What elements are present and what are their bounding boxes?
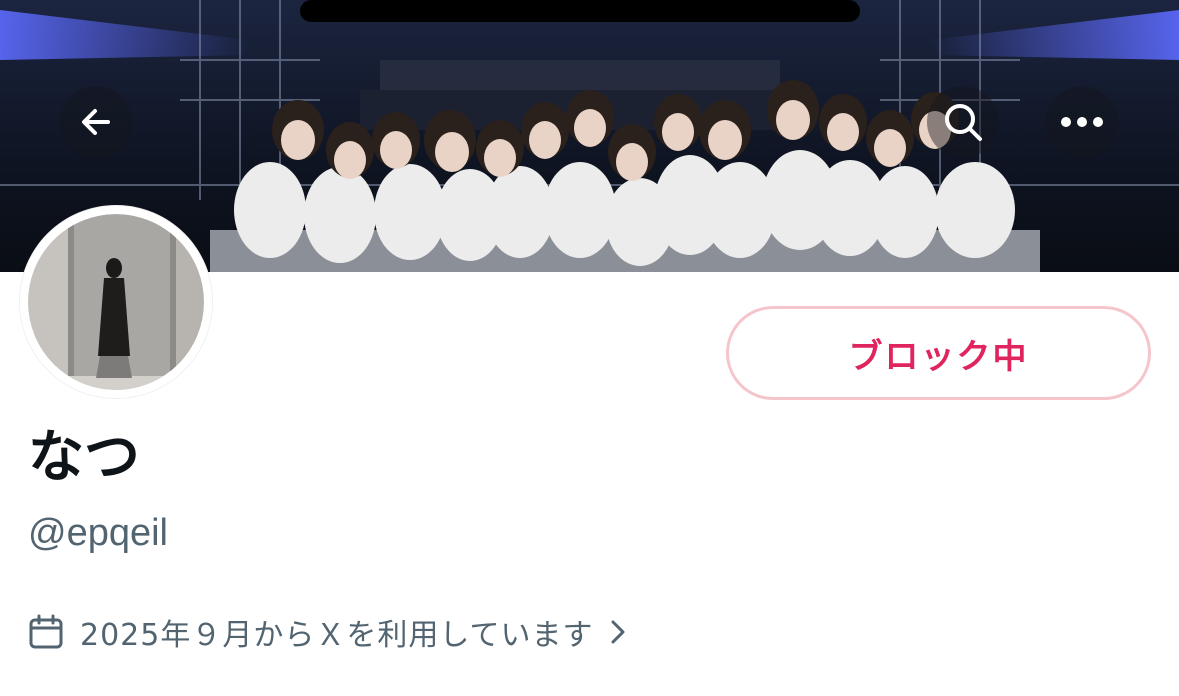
chevron-right-icon (609, 618, 627, 646)
back-button[interactable] (60, 86, 132, 158)
blocked-button-label: ブロック中 (848, 336, 1029, 377)
arrow-left-icon (82, 109, 110, 135)
user-handle: @epqeil (28, 512, 168, 554)
search-button[interactable] (927, 86, 999, 158)
more-horizontal-icon (1061, 117, 1103, 127)
profile-avatar[interactable] (20, 206, 212, 398)
profile-page: ブロック中 なつ @epqeil 2025年９月からＸを利用しています (0, 0, 1179, 696)
more-button[interactable] (1046, 86, 1118, 158)
blocked-button[interactable]: ブロック中 (726, 306, 1151, 400)
avatar-photo (20, 206, 212, 398)
search-icon (945, 104, 982, 141)
calendar-icon (28, 612, 68, 652)
display-name: なつ (28, 425, 140, 490)
joined-date-text: 2025年９月からＸを利用しています (80, 618, 594, 653)
joined-date-row[interactable]: 2025年９月からＸを利用しています (28, 606, 627, 658)
